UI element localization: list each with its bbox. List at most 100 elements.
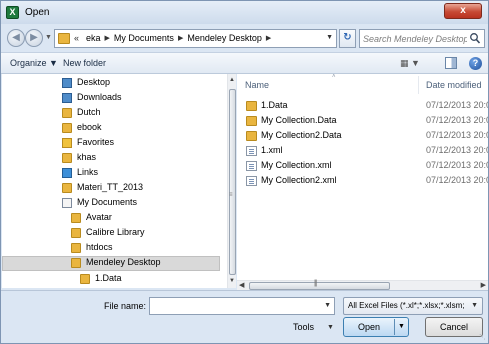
folder-icon [80, 274, 90, 284]
scrollbar-grip-icon: ||| [314, 280, 318, 287]
file-name: My Collection2.xml [261, 175, 337, 185]
scroll-left-icon[interactable]: ◀ [239, 281, 244, 289]
breadcrumb-separator-icon[interactable]: ▶ [266, 34, 271, 42]
file-name-combobox[interactable]: ▼ [149, 297, 335, 315]
refresh-button[interactable]: ↻ [339, 29, 356, 48]
scroll-up-icon[interactable]: ▲ [229, 77, 235, 83]
address-dropdown-icon[interactable]: ▼ [326, 34, 333, 41]
resize-grip-icon[interactable]: ⋱ [479, 333, 486, 341]
breadcrumb-separator-icon[interactable]: ▶ [105, 34, 110, 42]
file-name-label: File name: [104, 301, 147, 311]
breadcrumb-item-mendeley-desktop[interactable]: Mendeley Desktop [187, 33, 262, 43]
xml-file-icon [246, 146, 257, 156]
navigation-pane: Desktop Downloads Dutch ebook Favorites … [2, 74, 220, 288]
breadcrumb-separator-icon[interactable]: ▶ [178, 34, 183, 42]
column-divider[interactable] [418, 76, 419, 94]
change-view-icon[interactable]: ▦ ▼ [400, 58, 422, 70]
file-list-horizontal-scrollbar[interactable]: ◀ ||| ▶ [237, 280, 488, 290]
open-dialog: X Open x ◀ ▶ ▼ « eka ▶ My Documents ▶ Me… [0, 0, 489, 344]
file-type-dropdown-icon[interactable]: ▼ [471, 302, 478, 309]
nav-pane-scrollbar[interactable]: ▲ ≡ ▼ [227, 74, 236, 288]
search-input[interactable] [363, 32, 467, 45]
back-button[interactable]: ◀ [7, 29, 25, 47]
address-bar[interactable]: « eka ▶ My Documents ▶ Mendeley Desktop … [54, 29, 337, 48]
preview-pane-icon[interactable] [445, 57, 457, 69]
file-date: 07/12/2013 20:0 [426, 175, 488, 185]
open-button[interactable]: Open [344, 318, 394, 336]
scrollbar-thumb[interactable]: ||| [249, 280, 390, 290]
folder-icon [71, 213, 81, 223]
file-name: My Collection2.Data [261, 130, 342, 140]
file-list: Name ˄ Date modified 1.Data 07/12/2013 2… [237, 74, 488, 280]
nav-item-links[interactable]: Links [2, 166, 220, 181]
nav-item-downloads[interactable]: Downloads [2, 91, 220, 106]
desktop-icon [62, 78, 72, 88]
folder-icon [246, 116, 257, 126]
nav-item-avatar[interactable]: Avatar [2, 211, 220, 226]
folder-icon [62, 153, 72, 163]
tools-dropdown-icon[interactable]: ▼ [327, 324, 334, 331]
file-row[interactable]: 1.xml 07/12/2013 20:0 [245, 144, 488, 159]
nav-item-favorites[interactable]: Favorites [2, 136, 220, 151]
nav-item-htdocs[interactable]: htdocs [2, 241, 220, 256]
breadcrumb-item-my-documents[interactable]: My Documents [114, 33, 174, 43]
new-folder-button[interactable]: New folder [63, 58, 106, 68]
nav-item-khas[interactable]: khas [2, 151, 220, 166]
nav-item-dutch[interactable]: Dutch [2, 106, 220, 121]
file-name-dropdown-icon[interactable]: ▼ [324, 302, 331, 309]
nav-item-materi-tt-2013[interactable]: Materi_TT_2013 [2, 181, 220, 196]
organize-menu-button[interactable]: Organize ▼ [10, 58, 58, 68]
file-name-input[interactable] [152, 300, 320, 312]
documents-icon [62, 198, 72, 208]
open-options-dropdown-icon[interactable]: ▼ [398, 323, 405, 330]
nav-item-calibre-library[interactable]: Calibre Library [2, 226, 220, 241]
breadcrumb-overflow[interactable]: « [74, 33, 79, 43]
window-title: Open [25, 7, 50, 18]
file-row[interactable]: My Collection2.xml 07/12/2013 20:0 [245, 174, 488, 189]
downloads-icon [62, 93, 72, 103]
tools-menu-button[interactable]: Tools [293, 322, 314, 332]
title-bar[interactable]: X Open x [1, 1, 488, 24]
navigation-row: ◀ ▶ ▼ « eka ▶ My Documents ▶ Mendeley De… [1, 24, 488, 51]
help-icon[interactable]: ? [469, 57, 482, 70]
breadcrumb: eka ▶ My Documents ▶ Mendeley Desktop ▶ [86, 33, 271, 43]
scroll-down-icon[interactable]: ▼ [229, 278, 235, 284]
favorites-icon [62, 138, 72, 148]
nav-item-mendeley-desktop[interactable]: Mendeley Desktop [2, 256, 220, 271]
forward-button[interactable]: ▶ [25, 29, 43, 47]
scrollbar-thumb[interactable] [229, 89, 236, 275]
file-row[interactable]: 1.Data 07/12/2013 20:0 [245, 99, 488, 114]
close-button[interactable]: x [444, 3, 482, 19]
search-icon[interactable] [469, 32, 481, 45]
search-box[interactable] [359, 29, 485, 48]
file-row[interactable]: My Collection.xml 07/12/2013 20:0 [245, 159, 488, 174]
scroll-right-icon[interactable]: ▶ [481, 281, 486, 289]
file-date: 07/12/2013 20:0 [426, 115, 488, 125]
scrollbar-grip-icon: ≡ [229, 192, 233, 198]
folder-icon [62, 123, 72, 133]
command-toolbar: Organize ▼ New folder ▦ ▼ ? [1, 52, 488, 74]
nav-item-ebook[interactable]: ebook [2, 121, 220, 136]
nav-item-desktop[interactable]: Desktop [2, 76, 220, 91]
split-divider [394, 319, 395, 335]
links-icon [62, 168, 72, 178]
file-row[interactable]: My Collection2.Data 07/12/2013 20:0 [245, 129, 488, 144]
file-name: 1.xml [261, 145, 283, 155]
file-row[interactable]: My Collection.Data 07/12/2013 20:0 [245, 114, 488, 129]
nav-item-1-data[interactable]: 1.Data [2, 272, 220, 287]
xml-file-icon [246, 176, 257, 186]
folder-icon [246, 131, 257, 141]
nav-item-my-documents[interactable]: My Documents [2, 196, 220, 211]
sort-ascending-icon: ˄ [332, 74, 336, 80]
excel-app-icon: X [6, 6, 19, 19]
organize-label: Organize [10, 58, 47, 68]
file-date: 07/12/2013 20:0 [426, 145, 488, 155]
breadcrumb-item-eka[interactable]: eka [86, 33, 101, 43]
cancel-button[interactable]: Cancel [425, 317, 483, 337]
folder-icon [71, 228, 81, 238]
open-split-button[interactable]: Open ▼ [343, 317, 409, 337]
recent-pages-chevron-icon[interactable]: ▼ [45, 34, 52, 41]
file-date: 07/12/2013 20:0 [426, 130, 488, 140]
file-type-select[interactable]: All Excel Files (*.xl*;*.xlsx;*.xlsm; ▼ [343, 297, 483, 315]
folder-icon [71, 243, 81, 253]
